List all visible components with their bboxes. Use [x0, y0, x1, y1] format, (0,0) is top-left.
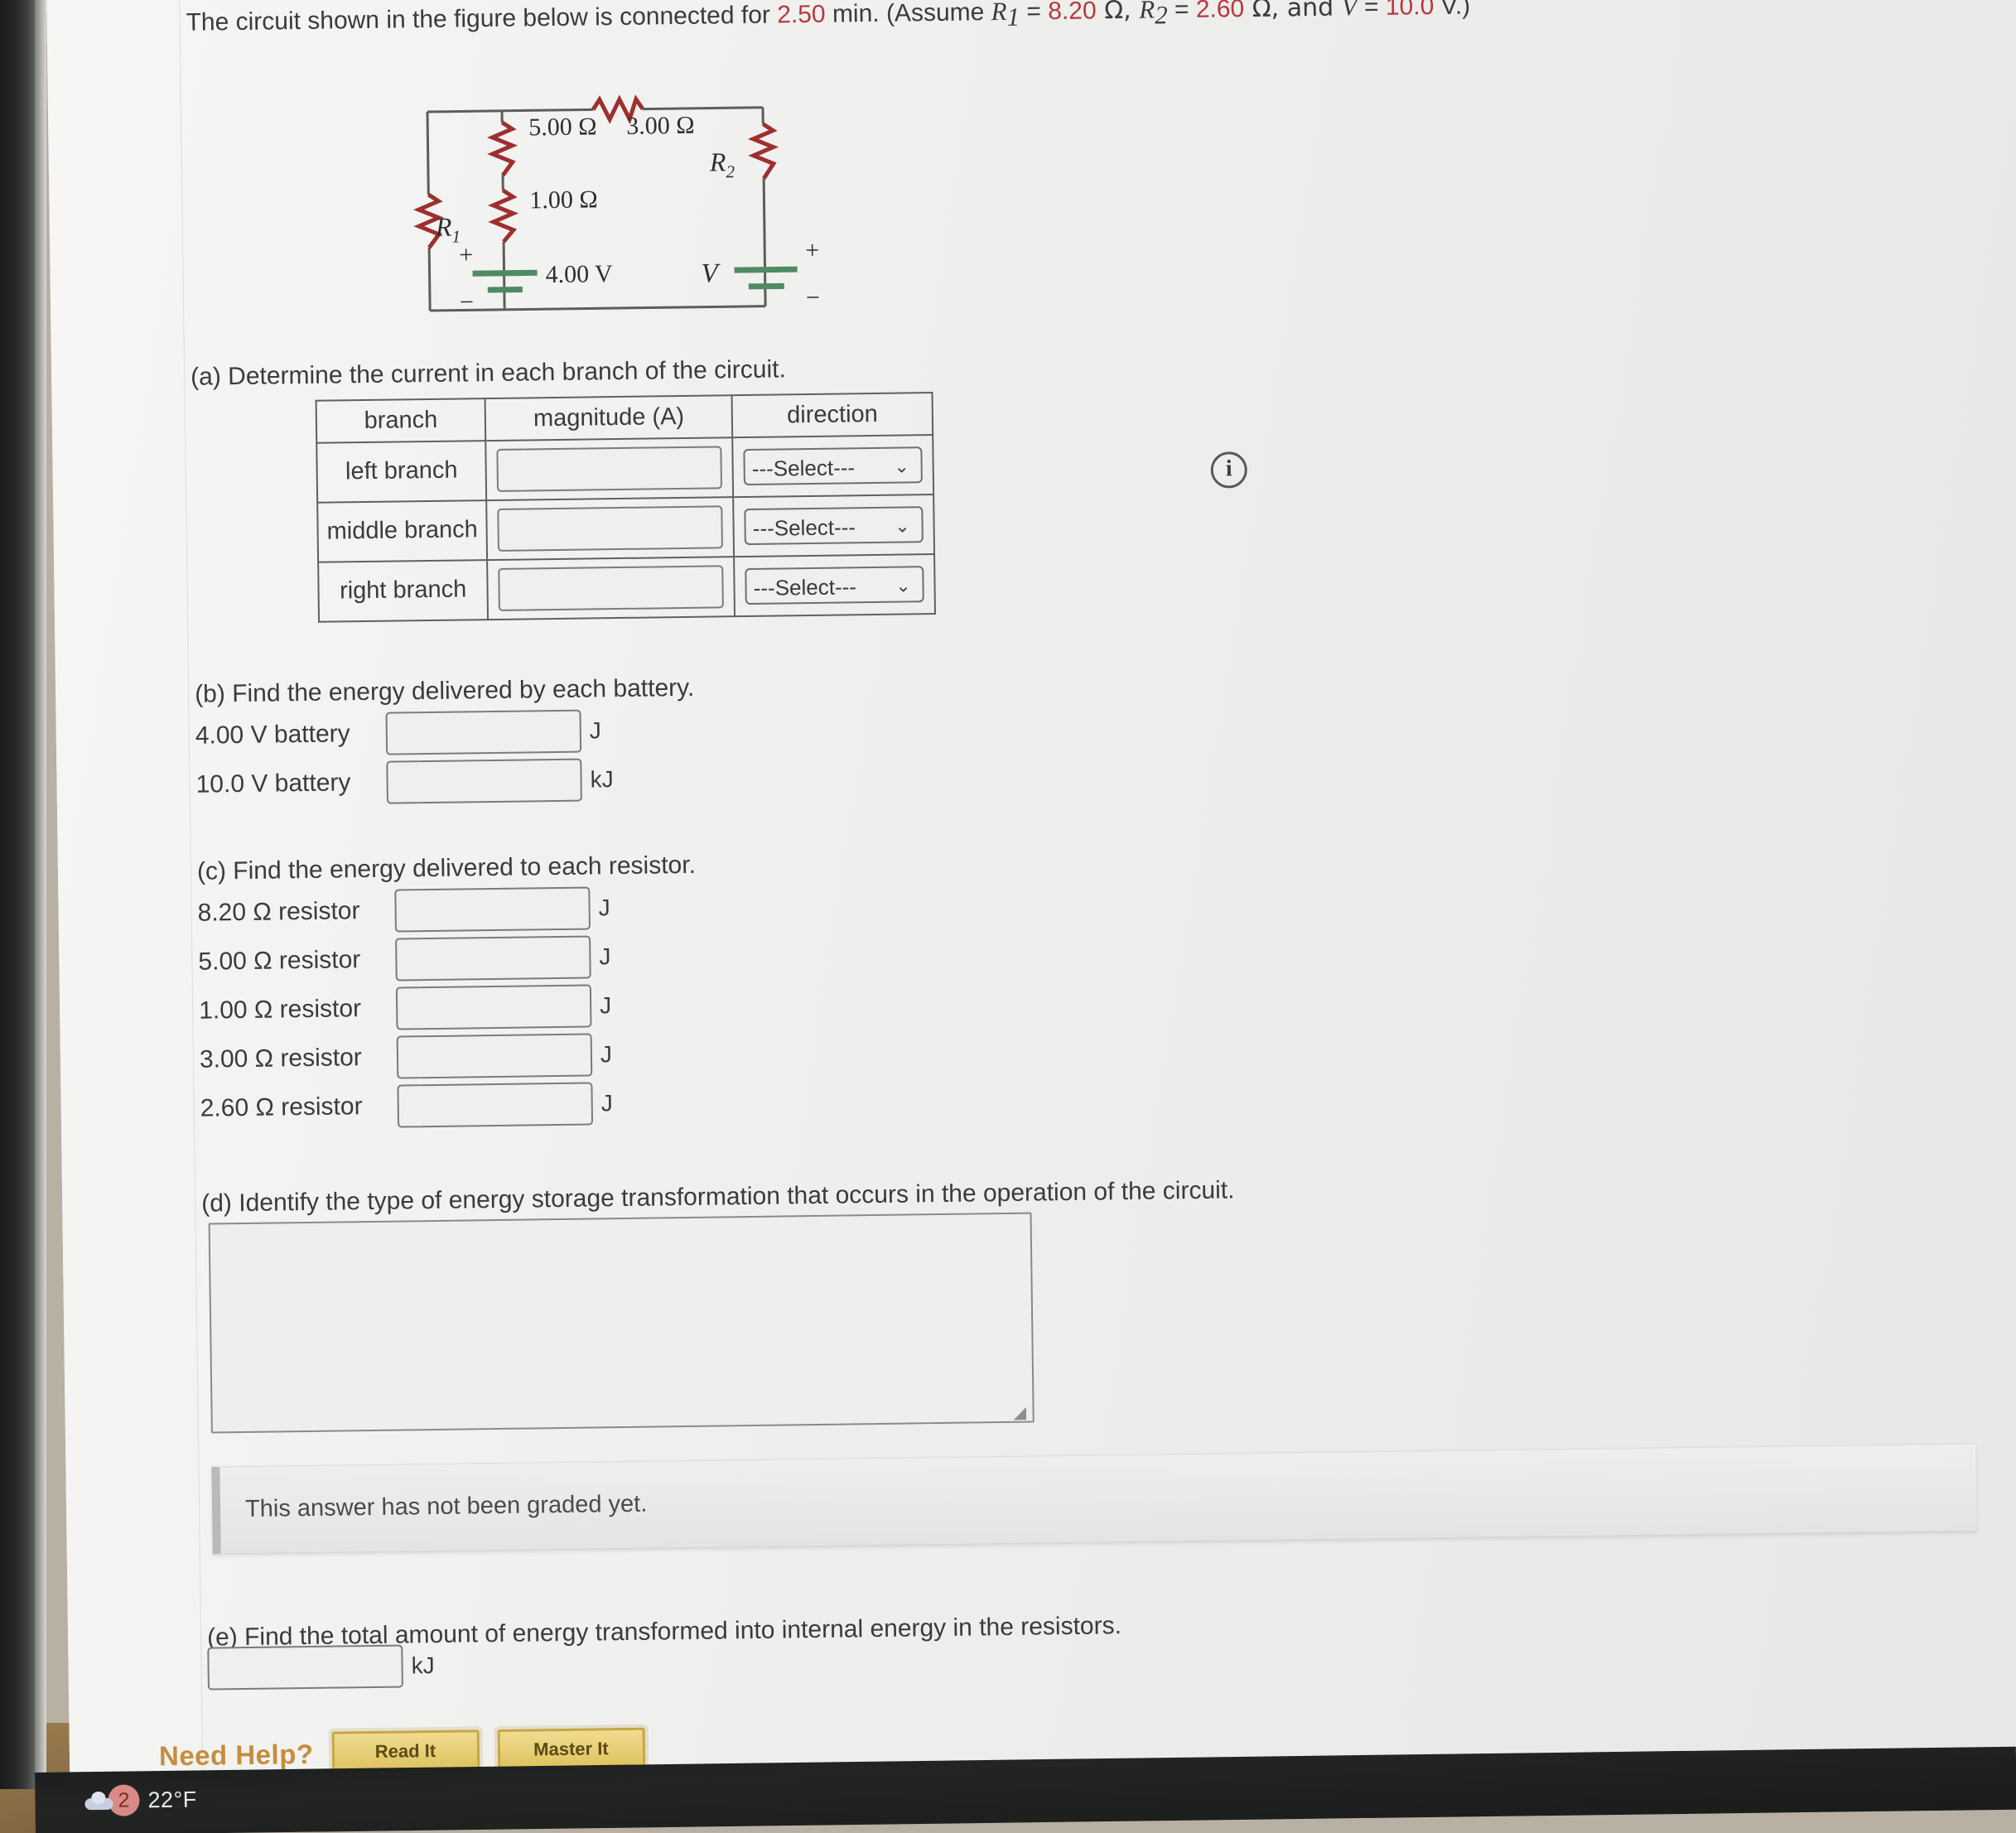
col-header-direction: direction — [731, 392, 933, 438]
resistor-1ohm — [487, 188, 519, 244]
info-icon[interactable]: i — [1210, 451, 1248, 489]
r2-symbol: R — [1138, 0, 1155, 24]
temperature-label: 22°F — [147, 1786, 197, 1812]
part-a-prompt: (a) Determine the current in each branch… — [190, 355, 787, 391]
photo-of-screen: The circuit shown in the figure below is… — [0, 0, 2016, 1833]
need-help-label: Need Help? — [158, 1738, 314, 1772]
label-R1: R1 — [435, 211, 461, 246]
battery-4v-label: 4.00 V — [545, 260, 613, 288]
label-resistor-2p60: 2.60 Ω resistor — [200, 1092, 363, 1122]
r1-unit: Ω, — [1096, 0, 1140, 26]
label-resistor-5p00: 5.00 Ω resistor — [198, 945, 361, 976]
grading-status-banner: This answer has not been graded yet. — [211, 1443, 1977, 1555]
v-unit: V.) — [1434, 0, 1471, 21]
circuit-diagram: 5.00 Ω 3.00 Ω 1.00 Ω 4.00 V R1 R2 V + − … — [295, 78, 1248, 489]
part-d-prompt: (d) Identify the type of energy storage … — [201, 1176, 1235, 1218]
v-equals: = — [1357, 0, 1387, 22]
r2-subscript: 2 — [1154, 0, 1168, 30]
v-value: 10.0 — [1385, 0, 1435, 21]
v-symbol: V — [1341, 0, 1358, 22]
resistor-1ohm-label: 1.00 Ω — [529, 186, 598, 214]
r1-equals: = — [1019, 0, 1049, 26]
r1-value: 8.20 — [1048, 0, 1097, 26]
direction-select-left-branch[interactable]: ---Select--- ⌄ — [743, 446, 924, 485]
row-label-middle-branch: middle branch — [317, 499, 488, 562]
col-header-magnitude: magnitude (A) — [485, 395, 733, 441]
unit-resistor-8p20: J — [598, 895, 610, 921]
label-resistor-3p00: 3.00 Ω resistor — [199, 1043, 363, 1073]
input-energy-resistor-5p00[interactable] — [395, 935, 591, 982]
r2-unit: Ω, and — [1243, 0, 1342, 24]
label-V: V — [701, 258, 721, 288]
battery-4v-plus: + — [459, 241, 473, 268]
part-d-answer-textarea[interactable]: ◢ — [208, 1212, 1035, 1434]
question-stem: The circuit shown in the figure below is… — [186, 0, 1991, 46]
r1-subscript: 1 — [1006, 2, 1020, 31]
direction-select-middle-value: ---Select--- — [752, 514, 856, 541]
direction-select-right-value: ---Select--- — [753, 574, 857, 601]
r1-symbol: R — [991, 0, 1007, 27]
input-energy-10v-battery[interactable] — [386, 758, 582, 804]
browser-page: The circuit shown in the figure below is… — [46, 0, 2016, 1792]
unit-resistor-1p00: J — [599, 992, 612, 1019]
cell-magnitude-left — [485, 437, 734, 500]
cell-direction-right: ---Select--- ⌄ — [734, 553, 936, 617]
label-resistor-8p20: 8.20 Ω resistor — [197, 896, 360, 927]
resistor-R2 — [747, 122, 779, 180]
cloud-icon — [84, 1792, 113, 1810]
unit-resistor-3p00: J — [600, 1041, 613, 1068]
chevron-down-icon: ⌄ — [895, 575, 911, 596]
resistor-3ohm-label: 3.00 Ω — [626, 112, 695, 140]
input-energy-resistor-2p60[interactable] — [397, 1082, 594, 1128]
r2-value: 2.60 — [1195, 0, 1245, 23]
direction-select-right-branch[interactable]: ---Select--- ⌄ — [745, 566, 924, 605]
col-header-branch: branch — [316, 398, 486, 443]
magnitude-input-middle-branch[interactable] — [497, 505, 724, 552]
bezel-highlight — [35, 0, 46, 1789]
input-energy-resistor-3p00[interactable] — [396, 1033, 593, 1079]
row-label-right-branch: right branch — [318, 559, 489, 622]
weather-widget[interactable]: 2 22°F — [84, 1783, 197, 1816]
direction-select-middle-branch[interactable]: ---Select--- ⌄ — [744, 506, 924, 545]
monitor-bezel — [0, 0, 35, 1789]
unit-resistor-5p00: J — [599, 943, 611, 970]
cell-magnitude-middle — [486, 497, 735, 560]
input-energy-resistor-8p20[interactable] — [394, 886, 591, 933]
input-energy-4v-battery[interactable] — [385, 709, 582, 755]
label-10v-battery: 10.0 V battery — [195, 769, 351, 798]
branch-current-table: branch magnitude (A) direction left bran… — [316, 392, 937, 623]
table-row: right branch ---Select--- ⌄ — [318, 553, 936, 622]
table-row: left branch ---Select--- ⌄ — [316, 434, 934, 503]
label-4v-battery: 4.00 V battery — [195, 720, 350, 750]
question-intro-1: The circuit shown in the figure below is… — [186, 1, 778, 36]
unit-10v-battery: kJ — [590, 765, 614, 793]
chevron-down-icon: ⌄ — [895, 515, 910, 537]
direction-select-left-value: ---Select--- — [751, 455, 856, 481]
cell-direction-middle: ---Select--- ⌄ — [733, 494, 935, 557]
unit-4v-battery: J — [589, 717, 602, 744]
magnitude-input-right-branch[interactable] — [498, 565, 725, 611]
label-resistor-1p00: 1.00 Ω resistor — [198, 994, 362, 1025]
row-label-left-branch: left branch — [316, 440, 487, 503]
battery-10v-plus: + — [805, 237, 819, 264]
cell-magnitude-right — [487, 557, 736, 620]
magnitude-input-left-branch[interactable] — [496, 446, 723, 492]
r2-equals: = — [1167, 0, 1197, 24]
resistor-5ohm-label: 5.00 Ω — [528, 113, 597, 141]
chevron-down-icon: ⌄ — [894, 456, 909, 477]
unit-resistor-2p60: J — [600, 1090, 613, 1117]
question-time-value: 2.50 — [777, 0, 826, 29]
cell-direction-left: ---Select--- ⌄ — [732, 434, 934, 498]
input-energy-resistor-1p00[interactable] — [395, 984, 592, 1030]
battery-4v-minus: − — [460, 288, 474, 316]
question-intro-2: min. (Assume — [825, 0, 991, 28]
table-row: middle branch ---Select--- ⌄ — [317, 494, 935, 562]
input-total-internal-energy[interactable] — [207, 1644, 403, 1691]
resistor-5ohm — [486, 120, 518, 177]
battery-10v-minus: − — [806, 284, 820, 311]
resize-grip-icon[interactable]: ◢ — [1013, 1402, 1029, 1422]
label-R2: R2 — [709, 147, 736, 181]
grading-status-text: This answer has not been graded yet. — [244, 1491, 648, 1523]
unit-total-internal-energy: kJ — [411, 1652, 435, 1679]
